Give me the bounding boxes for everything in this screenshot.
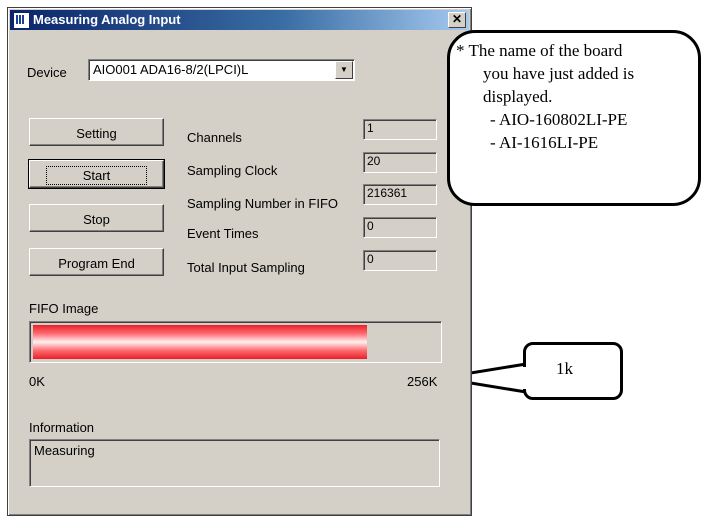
board-callout-line-1: * The name of the board xyxy=(456,41,623,60)
stop-button[interactable]: Stop xyxy=(29,204,164,232)
fifo-min-label: 0K xyxy=(29,374,45,389)
app-icon xyxy=(13,12,30,29)
event-times-value: 0 xyxy=(363,217,437,238)
fifo-progress-bar xyxy=(29,321,442,363)
start-button[interactable]: Start xyxy=(28,159,165,189)
total-input-label: Total Input Sampling xyxy=(187,260,305,275)
device-select-value: AIO001 ADA16-8/2(LPCI)L xyxy=(93,62,249,77)
event-times-label: Event Times xyxy=(187,226,259,241)
measuring-window: Measuring Analog Input ✕ Device AIO001 A… xyxy=(7,7,472,516)
board-callout-line-4: - AIO-160802LI-PE xyxy=(490,110,628,129)
close-button[interactable]: ✕ xyxy=(448,12,466,28)
board-callout-seam xyxy=(450,63,458,85)
information-box: Measuring xyxy=(29,439,440,487)
sampling-clock-label: Sampling Clock xyxy=(187,163,278,178)
sampling-number-value: 216361 xyxy=(363,184,437,205)
program-end-button[interactable]: Program End xyxy=(29,248,164,276)
window-title: Measuring Analog Input xyxy=(33,12,181,27)
information-label: Information xyxy=(29,420,95,435)
device-label: Device xyxy=(27,65,67,80)
device-select[interactable]: AIO001 ADA16-8/2(LPCI)L ▼ xyxy=(88,59,355,81)
fifo-max-label: 256K xyxy=(407,374,438,389)
chevron-down-icon[interactable]: ▼ xyxy=(335,61,353,79)
start-button-label: Start xyxy=(45,166,148,185)
unit-callout: 1k xyxy=(523,342,623,400)
channels-label: Channels xyxy=(187,130,242,145)
unit-callout-seam xyxy=(522,367,529,389)
channels-value: 1 xyxy=(363,119,437,140)
board-callout-line-2: you have just added is xyxy=(483,64,635,83)
board-callout-line-5: - AI-1616LI-PE xyxy=(490,133,599,152)
sampling-clock-value: 20 xyxy=(363,152,437,173)
title-bar[interactable]: Measuring Analog Input ✕ xyxy=(10,10,469,30)
fifo-progress-fill xyxy=(33,325,367,359)
setting-button[interactable]: Setting xyxy=(29,118,164,146)
board-callout-line-3: displayed. xyxy=(483,87,553,106)
total-input-value: 0 xyxy=(363,250,437,271)
fifo-image-label: FIFO Image xyxy=(29,301,99,316)
board-name-callout: * The name of the board you have just ad… xyxy=(447,30,701,206)
unit-callout-text: 1k xyxy=(556,359,573,378)
sampling-number-label: Sampling Number in FIFO xyxy=(187,196,338,211)
